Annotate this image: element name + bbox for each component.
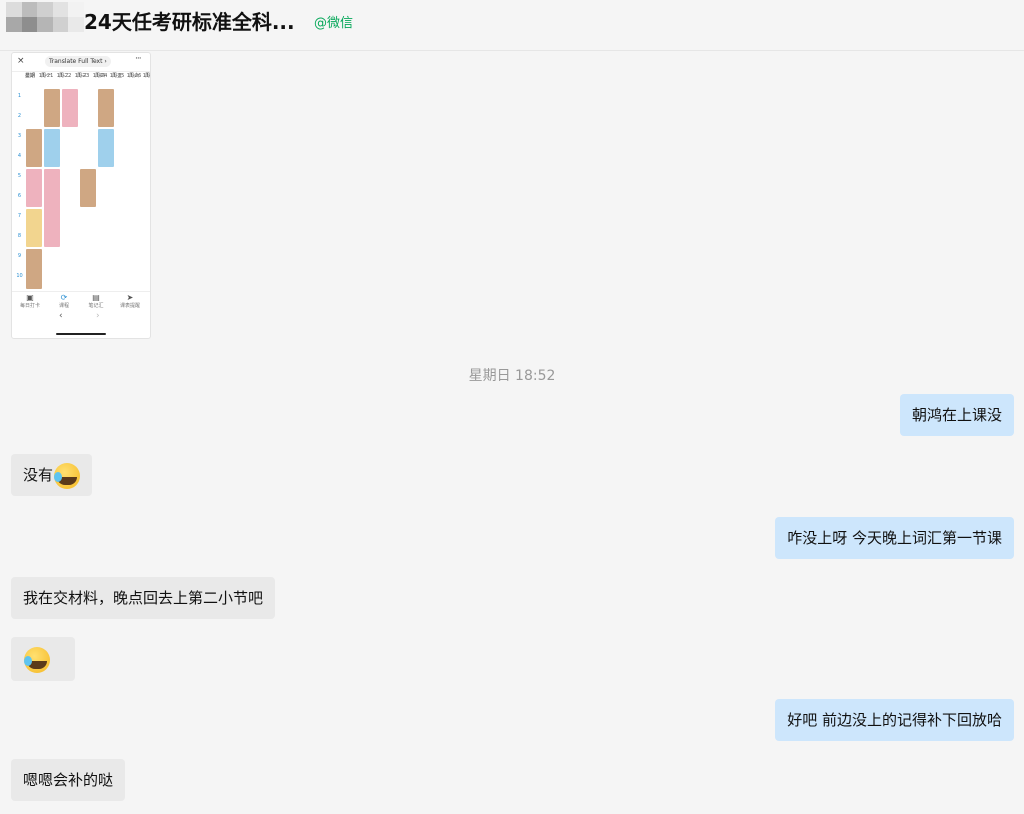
home-indicator bbox=[56, 333, 106, 335]
period-label: 10 bbox=[16, 273, 23, 279]
incoming-message[interactable]: 没有 bbox=[11, 454, 93, 496]
checkin-tab: ▣ 每日打卡 bbox=[15, 293, 45, 309]
notes-icon: ▤ bbox=[92, 293, 100, 302]
refresh-icon: ⟳ bbox=[60, 293, 68, 302]
notes-tab: ▤ 笔记汇 bbox=[81, 293, 111, 309]
tab-label: 笔记汇 bbox=[88, 303, 104, 309]
reminder-tab: ➤ 课表提醒 bbox=[115, 293, 145, 309]
wechat-tag: @微信 bbox=[314, 16, 354, 31]
schedule-block bbox=[26, 249, 42, 289]
course-tab: ⟳ 课程 bbox=[49, 293, 79, 309]
period-label: 8 bbox=[17, 233, 22, 239]
message-text: 咋没上呀 今天晚上词汇第一节课 bbox=[787, 529, 1002, 547]
phone-nav-bar: ‹ › bbox=[12, 311, 150, 325]
period-label: 3 bbox=[17, 133, 22, 139]
incoming-message[interactable]: 嗯嗯会补的哒 bbox=[11, 759, 126, 801]
phone-top-bar: × Translate Full Text › ··· bbox=[12, 53, 150, 72]
date-label: 11-21 bbox=[142, 73, 150, 79]
outgoing-message[interactable]: 好吧 前边没上的记得补下回放哈 bbox=[775, 699, 1014, 741]
outgoing-message[interactable]: 朝鸿在上课没 bbox=[899, 394, 1014, 436]
laugh-cry-emoji-icon bbox=[24, 646, 50, 673]
more-icon: ··· bbox=[135, 54, 142, 64]
schedule-block bbox=[62, 89, 78, 127]
outgoing-message[interactable]: 咋没上呀 今天晚上词汇第一节课 bbox=[775, 517, 1014, 559]
tab-label: 每日打卡 bbox=[19, 303, 40, 309]
tab-label: 课表提醒 bbox=[119, 303, 140, 309]
tab-label: 课程 bbox=[58, 303, 69, 309]
incoming-message[interactable]: 我在交材料，晚点回去上第二小节吧 bbox=[11, 577, 276, 619]
message-text: 我在交材料，晚点回去上第二小节吧 bbox=[23, 589, 264, 607]
period-label: 7 bbox=[17, 213, 22, 219]
schedule-block bbox=[80, 169, 96, 207]
period-label: 5 bbox=[17, 173, 22, 179]
period-label: 6 bbox=[17, 193, 22, 199]
period-label: 9 bbox=[17, 253, 22, 259]
chat-title[interactable]: 24天任考研标准全科... bbox=[84, 6, 295, 35]
message-text: 没有 bbox=[23, 466, 54, 484]
group-avatar[interactable] bbox=[6, 2, 84, 32]
chat-header: 24天任考研标准全科... @微信 bbox=[0, 0, 1024, 51]
image-message-schedule-screenshot[interactable]: × Translate Full Text › ··· 星期 日期 周一 11-21… bbox=[11, 52, 151, 339]
laugh-cry-emoji-icon bbox=[54, 462, 81, 489]
translate-pill: Translate Full Text › bbox=[45, 56, 111, 67]
schedule-block bbox=[44, 129, 60, 167]
schedule-block bbox=[44, 169, 60, 247]
schedule-block bbox=[26, 129, 42, 167]
send-icon: ➤ bbox=[126, 293, 134, 302]
schedule-block bbox=[26, 209, 42, 247]
period-label: 1 bbox=[17, 93, 22, 99]
forward-icon: › bbox=[96, 311, 100, 321]
close-icon: × bbox=[17, 56, 25, 66]
period-label: 4 bbox=[17, 153, 22, 159]
phone-bottom-tabs: ▣ 每日打卡 ⟳ 课程 ▤ 笔记汇 ➤ 课表提醒 bbox=[12, 291, 150, 312]
message-text: 嗯嗯会补的哒 bbox=[23, 771, 114, 789]
period-label: 2 bbox=[17, 113, 22, 119]
schedule-day-header: 星期 日期 周一 11-21 周二 11-22 周三 11-23 周四 11-24 周五 1… bbox=[12, 73, 150, 89]
message-timestamp: 星期日 18:52 bbox=[468, 368, 556, 384]
incoming-emoji-message[interactable] bbox=[11, 637, 75, 681]
schedule-block bbox=[26, 169, 42, 207]
schedule-block bbox=[44, 89, 60, 127]
message-text: 朝鸿在上课没 bbox=[911, 406, 1002, 424]
back-icon: ‹ bbox=[59, 311, 63, 321]
schedule-block bbox=[98, 89, 114, 127]
checkin-icon: ▣ bbox=[26, 293, 34, 302]
schedule-grid: 1 2 3 4 5 6 7 8 9 10 bbox=[12, 89, 150, 289]
message-text: 好吧 前边没上的记得补下回放哈 bbox=[787, 711, 1002, 729]
schedule-block bbox=[98, 129, 114, 167]
